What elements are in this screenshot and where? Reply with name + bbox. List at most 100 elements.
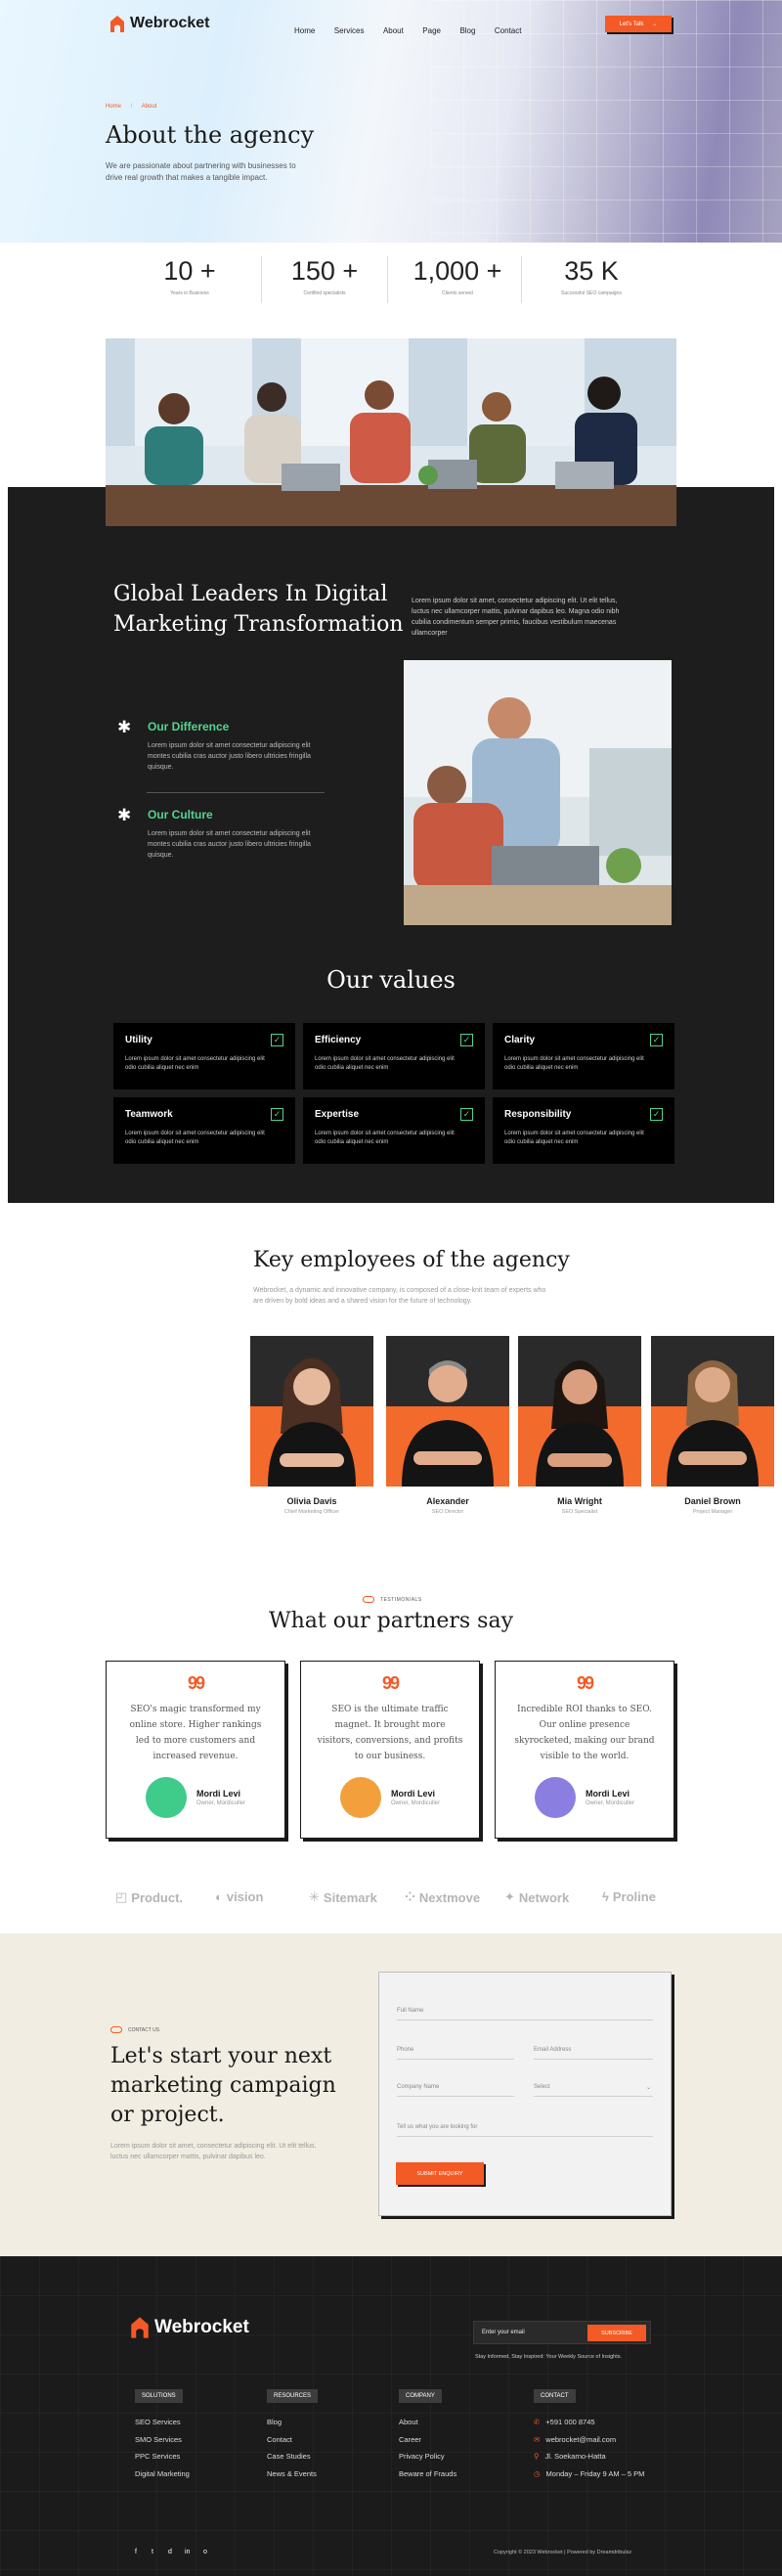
footer-link[interactable]: About [399, 2418, 418, 2426]
check-icon: ✓ [271, 1034, 283, 1046]
team-member-olivia[interactable]: Olivia Davis Chief Marketing Officer [250, 1336, 373, 1515]
page-subtitle: We are passionate about partnering with … [106, 161, 296, 182]
stat-specialists: 150 + Certified specialists [261, 256, 388, 296]
arrow-right-icon: → [651, 21, 658, 27]
linkedin-icon[interactable]: in [185, 2549, 190, 2555]
phone-icon: ✆ [534, 2418, 541, 2426]
nav-page[interactable]: Page [422, 26, 441, 35]
nav-blog[interactable]: Blog [459, 26, 475, 35]
footer-contact-email[interactable]: ✉ webrocket@mail.com [534, 2435, 616, 2444]
lets-talk-button[interactable]: Let's Talk → [605, 16, 672, 32]
footer-logo[interactable]: Webrocket [130, 2317, 249, 2338]
nav-about[interactable]: About [383, 26, 404, 35]
rocket-logo-icon [110, 15, 124, 32]
values-title: Our values [326, 966, 456, 994]
footer-link[interactable]: Privacy Policy [399, 2452, 445, 2461]
member-photo [651, 1336, 774, 1487]
page-title: About the agency [106, 121, 315, 149]
footer-link[interactable]: Career [399, 2435, 421, 2444]
value-text: Lorem ipsum dolor sit amet consectetur a… [504, 1131, 644, 1145]
avatar [340, 1777, 381, 1818]
footer-link[interactable]: News & Events [267, 2469, 317, 2478]
facebook-icon[interactable]: f [135, 2549, 137, 2555]
brand-name: Webrocket [130, 15, 210, 31]
service-select[interactable]: Select ⌄ [534, 2084, 653, 2097]
stat-value: 1,000 + [413, 256, 502, 286]
quote-icon: 99 [187, 1673, 205, 1693]
subscribe-button[interactable]: SUBSCRIBE [587, 2325, 646, 2341]
value-card-responsibility: Responsibility Lorem ipsum dolor sit ame… [493, 1097, 674, 1164]
toggle-icon [110, 2026, 122, 2033]
team-title: Key employees of the agency [253, 1248, 570, 1272]
nav-contact[interactable]: Contact [495, 26, 522, 35]
location-pin-icon: ⚲ [534, 2452, 540, 2461]
value-card-teamwork: Teamwork Lorem ipsum dolor sit amet cons… [113, 1097, 295, 1164]
footer-contact-phone[interactable]: ✆ +591 000 8745 [534, 2418, 595, 2426]
member-role: SEO Specialist [561, 1509, 598, 1515]
brand-label: Proline [612, 1889, 656, 1904]
author-role: Owner, Mordiculler [586, 1800, 635, 1806]
footer-link[interactable]: Blog [267, 2418, 282, 2426]
footer-link[interactable]: Case Studies [267, 2452, 311, 2461]
divider [521, 256, 522, 303]
testimonial-card: 99 Incredible ROI thanks to SEO. Our onl… [495, 1661, 674, 1839]
nav-services[interactable]: Services [334, 26, 365, 35]
value-text: Lorem ipsum dolor sit amet consectetur a… [504, 1056, 644, 1071]
leaders-text: Lorem ipsum dolor sit amet, consectetur … [412, 598, 620, 637]
check-icon: ✓ [650, 1034, 663, 1046]
feature-text: Lorem ipsum dolor sit amet consectetur a… [148, 830, 311, 859]
footer-heading: COMPANY [399, 2389, 442, 2403]
nav-home[interactable]: Home [294, 26, 315, 35]
member-role: Project Manager [692, 1509, 733, 1515]
contact-text: Lorem ipsum dolor sit amet, consectetur … [110, 2143, 317, 2160]
check-icon: ✓ [460, 1034, 473, 1046]
team-member-daniel[interactable]: Daniel Brown Project Manager [651, 1336, 774, 1515]
leaders-title-line2: Marketing Transformation [113, 612, 404, 637]
member-name: Mia Wright [557, 1496, 602, 1506]
value-card-efficiency: Efficiency Lorem ipsum dolor sit amet co… [303, 1023, 485, 1089]
instagram-icon[interactable]: o [203, 2549, 207, 2555]
value-text: Lorem ipsum dolor sit amet consectetur a… [315, 1056, 455, 1071]
full-name-field[interactable]: Full Name [397, 2008, 653, 2021]
submit-enquiry-button[interactable]: SUBMIT ENQUIRY [396, 2162, 484, 2185]
footer-link[interactable]: Digital Marketing [135, 2469, 190, 2478]
contact-title: Let's start your next marketing campaign… [110, 2042, 336, 2130]
brand-nextmove-icon: ⁘ [405, 1889, 415, 1904]
footer-contact-address: ⚲ Jl. Soekarno-Hatta [534, 2452, 606, 2461]
stat-years: 10 + Years in Business [126, 256, 253, 296]
message-field[interactable]: Tell us what you are looking for [397, 2124, 653, 2137]
newsletter-email-input[interactable]: Enter your email [482, 2330, 525, 2335]
brand-vision-icon: ◐ [215, 1889, 223, 1904]
contact-title-line3: or project. [110, 2103, 225, 2127]
email-field[interactable]: Email Address [534, 2047, 653, 2060]
footer-link[interactable]: Contact [267, 2435, 292, 2444]
company-field[interactable]: Company Name [397, 2084, 514, 2097]
testimonial-card: 99 SEO is the ultimate traffic magnet. I… [300, 1661, 480, 1839]
mail-icon: ✉ [534, 2435, 541, 2444]
contact-value: +591 000 8745 [545, 2418, 595, 2426]
brand-label: Sitemark [323, 1889, 377, 1905]
person-illustration [536, 1360, 624, 1487]
brand-label: Nextmove [418, 1889, 481, 1905]
stat-value: 35 K [564, 256, 619, 286]
asterisk-icon: ✱ [117, 806, 132, 824]
twitter-icon[interactable]: t [152, 2549, 153, 2555]
breadcrumb-home[interactable]: Home [106, 104, 121, 110]
footer-link[interactable]: SMO Services [135, 2435, 182, 2444]
footer-link[interactable]: PPC Services [135, 2452, 180, 2461]
value-title: Responsibility [504, 1109, 572, 1120]
footer-heading: SOLUTIONS [135, 2389, 183, 2403]
phone-field[interactable]: Phone [397, 2047, 514, 2060]
tiktok-icon[interactable]: d [168, 2549, 172, 2555]
brand-label: vision [226, 1889, 264, 1904]
brand-logo[interactable]: Webrocket [109, 15, 210, 32]
footer-link[interactable]: Beware of Frauds [399, 2469, 456, 2478]
value-title: Clarity [504, 1035, 536, 1045]
contact-title-line1: Let's start your next [110, 2044, 332, 2068]
clock-icon: ◷ [534, 2469, 541, 2478]
newsletter-form: Enter your email SUBSCRIBE [473, 2321, 651, 2344]
team-member-mia[interactable]: Mia Wright SEO Specialist [518, 1336, 641, 1515]
footer-link[interactable]: SEO Services [135, 2418, 181, 2426]
team-member-alexander[interactable]: Alexander SEO Director [386, 1336, 509, 1515]
member-role: Chief Marketing Officer [283, 1509, 340, 1515]
